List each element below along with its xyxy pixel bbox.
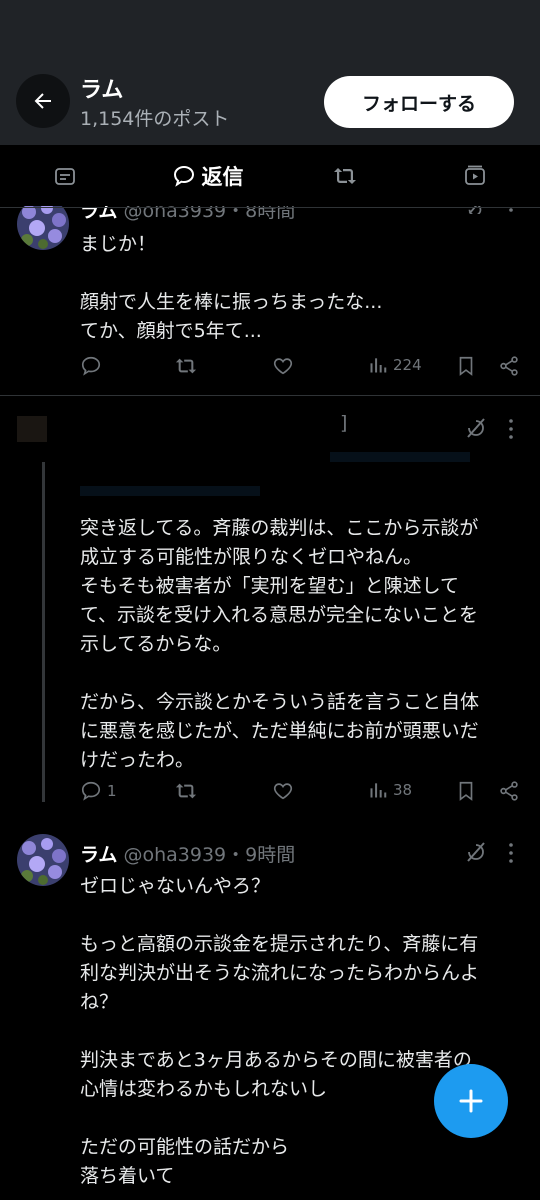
post-3[interactable]: ラム @oha3939・9時間 ゼロじゃないんやろ？ もっと高額の示談金を提示さ… [0,820,540,1200]
post-2[interactable]: ] 突き返してる。斉藤の裁判は、ここから示談が 成立する可能性が限りなくゼロやね… [0,396,540,816]
grok-icon[interactable] [464,840,488,864]
grok-icon[interactable] [464,416,488,440]
repost-tab-icon [334,168,356,184]
heart-icon [273,358,293,375]
bookmark-icon [459,356,473,376]
more-options-icon[interactable] [508,418,514,440]
posts-tab-icon [55,168,75,185]
views-button[interactable]: 224 [368,355,422,375]
post-time: ・9時間 [226,844,296,866]
author-line-fragment: ] [340,412,348,434]
post-author-line: ラム @oha3939・9時間 [80,840,295,867]
heart-icon [273,783,293,800]
repost-button[interactable] [174,780,198,802]
tab-posts-overlay[interactable] [40,145,90,207]
post-text: まじか！ 顔射で人生を棒に振っちまったな... てか、顔射で5年て... [80,233,383,342]
share-icon [500,356,518,376]
reply-tab-icon [173,165,194,187]
redacted-link [80,486,260,496]
tab-media-overlay[interactable] [450,145,500,207]
bookmark-icon [459,781,473,801]
profile-tabs-overlay: 返信 [0,145,540,208]
redacted-reply-to [330,452,470,462]
reply-count: 1 [107,782,117,800]
reply-icon [81,781,101,801]
more-options-icon[interactable] [508,842,514,864]
post-text: ゼロじゃないんやろ？ もっと高額の示談金を提示されたり、斉藤に有 利な判決が出そ… [80,875,480,1187]
like-button[interactable] [272,355,294,377]
post-actions: 1 38 [80,780,525,810]
bookmark-button[interactable] [456,780,476,802]
views-chart-icon [370,783,387,798]
reply-button[interactable]: 1 [80,780,117,802]
thread-line [42,462,45,802]
repost-button[interactable] [174,355,198,377]
reply-icon [81,356,101,376]
repost-icon [175,783,197,799]
compose-button[interactable] [434,1064,508,1138]
like-button[interactable] [272,780,294,802]
views-count: 38 [393,781,413,799]
share-icon [500,781,518,801]
author-handle[interactable]: @oha3939 [123,844,226,866]
reply-button[interactable] [80,355,102,377]
post-text: 突き返してる。斉藤の裁判は、ここから示談が 成立する可能性が限りなくゼロやねん。… [80,517,480,771]
tab-replies-label: 返信 [201,165,244,189]
author-name[interactable]: ラム [80,844,117,866]
share-button[interactable] [498,780,520,802]
post-actions: 224 [80,355,525,385]
views-button[interactable]: 38 [368,780,412,800]
share-button[interactable] [498,355,520,377]
views-chart-icon [370,358,387,373]
tab-reposts-overlay[interactable] [320,145,370,207]
tab-replies-overlay[interactable]: 返信 [160,145,255,207]
flower-avatar-image [17,834,69,886]
repost-icon [175,358,197,374]
plus-icon [459,1089,483,1113]
avatar[interactable] [17,834,69,886]
redacted-author [50,416,430,446]
media-tab-icon [465,165,485,185]
views-count: 224 [393,356,422,374]
bookmark-button[interactable] [456,355,476,377]
redacted-avatar [17,416,47,442]
